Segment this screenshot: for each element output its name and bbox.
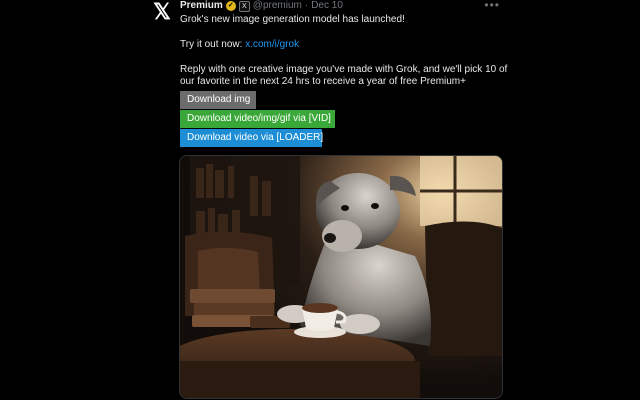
x-logo-icon[interactable]: 𝕏 xyxy=(150,0,174,24)
separator: · xyxy=(304,0,309,11)
tweet-text: Grok's new image generation model has la… xyxy=(180,14,510,88)
download-video-loader-button[interactable]: Download video via [LOADER] xyxy=(180,129,323,147)
tweet-date[interactable]: Dec 10 xyxy=(311,0,343,12)
tweet-image[interactable] xyxy=(179,155,503,399)
gold-check-icon: ✓ xyxy=(225,1,236,11)
tweet-header: Premium ✓ X @premium · Dec 10 xyxy=(180,0,343,12)
author-name[interactable]: Premium xyxy=(180,0,223,12)
author-handle[interactable]: @premium xyxy=(253,0,302,12)
download-video-gif-button[interactable]: Download video/img/gif via [VID] xyxy=(180,110,335,128)
download-img-button[interactable]: Download img xyxy=(180,91,256,109)
more-options-icon[interactable]: ••• xyxy=(484,0,500,11)
try-line: Try it out now: x.com/i/grok xyxy=(180,39,510,51)
tweet-headline: Grok's new image generation model has la… xyxy=(180,14,405,25)
try-label: Try it out now: xyxy=(180,39,246,50)
affiliate-badge-icon[interactable]: X xyxy=(238,0,250,12)
tweet-body-line-1: Reply with one creative image you've mad… xyxy=(180,64,508,75)
grok-link[interactable]: x.com/i/grok xyxy=(245,39,299,50)
tweet-body-line-2: our favorite in the next 24 hrs to recei… xyxy=(180,76,466,87)
dog-with-teacup-image xyxy=(180,156,502,398)
